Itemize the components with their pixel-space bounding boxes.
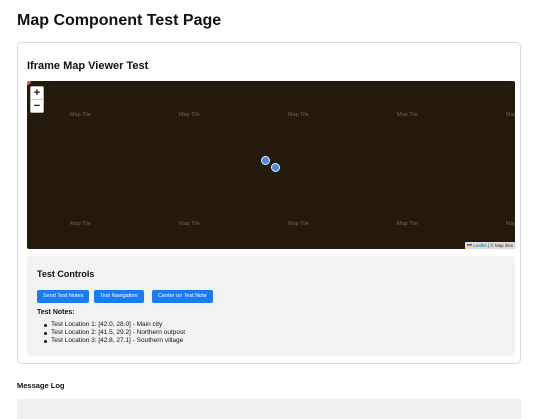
map-tile-label: Map Tile [70,112,91,118]
map-tile-label: Map Tile [70,221,91,227]
zoom-in-button[interactable]: + [31,87,43,99]
center-on-test-note-button[interactable]: Center on Test Note [152,290,213,303]
iframe-viewer-card: Iframe Map Viewer Test Map Tile Map Tile… [17,42,521,364]
map-tile-label: Map Tile [506,112,515,118]
map-tile-label: Map Tile [288,112,309,118]
test-navigation-button[interactable]: Test Navigation [94,290,144,303]
test-controls-panel: Test Controls Send Test Notes Test Navig… [27,256,515,356]
send-test-notes-button[interactable]: Send Test Notes [37,290,90,303]
leaflet-link[interactable]: Leaflet [473,243,487,248]
map-tile-label: Map Tile [179,112,200,118]
message-log-area [17,399,521,419]
controls-title: Test Controls [37,269,95,279]
notes-title: Test Notes: [37,309,75,316]
map-tile-label: Map Tile [506,221,515,227]
corner-marker-icon [27,81,31,85]
map-viewer[interactable]: Map Tile Map Tile Map Tile Map Tile Map … [27,81,515,249]
notes-list: Test Location 1: [42.0, 28.0] - Main cit… [43,321,186,345]
list-item: Test Location 1: [42.0, 28.0] - Main cit… [43,321,185,329]
attribution-text: | © Map tiles [486,243,513,248]
map-tile-label: Map Tile [288,221,309,227]
viewer-title: Iframe Map Viewer Test [27,60,149,72]
map-attribution: Leaflet | © Map tiles [465,242,515,249]
map-marker-icon[interactable] [271,163,280,172]
list-item: Test Location 3: [42.8, 27.1] - Southern… [43,337,184,344]
map-marker-icon[interactable] [261,156,270,165]
zoom-out-button[interactable]: − [31,99,43,112]
list-item: Test Location 2: [41.5, 29.2] - Northern… [43,329,186,336]
zoom-control: + − [30,86,44,113]
ukraine-flag-icon [467,244,473,248]
map-tile-label: Map Tile [397,221,418,227]
page-title: Map Component Test Page [17,12,222,29]
message-log-title: Message Log [17,381,65,390]
map-tile-label: Map Tile [397,112,418,118]
map-tile-label: Map Tile [179,221,200,227]
